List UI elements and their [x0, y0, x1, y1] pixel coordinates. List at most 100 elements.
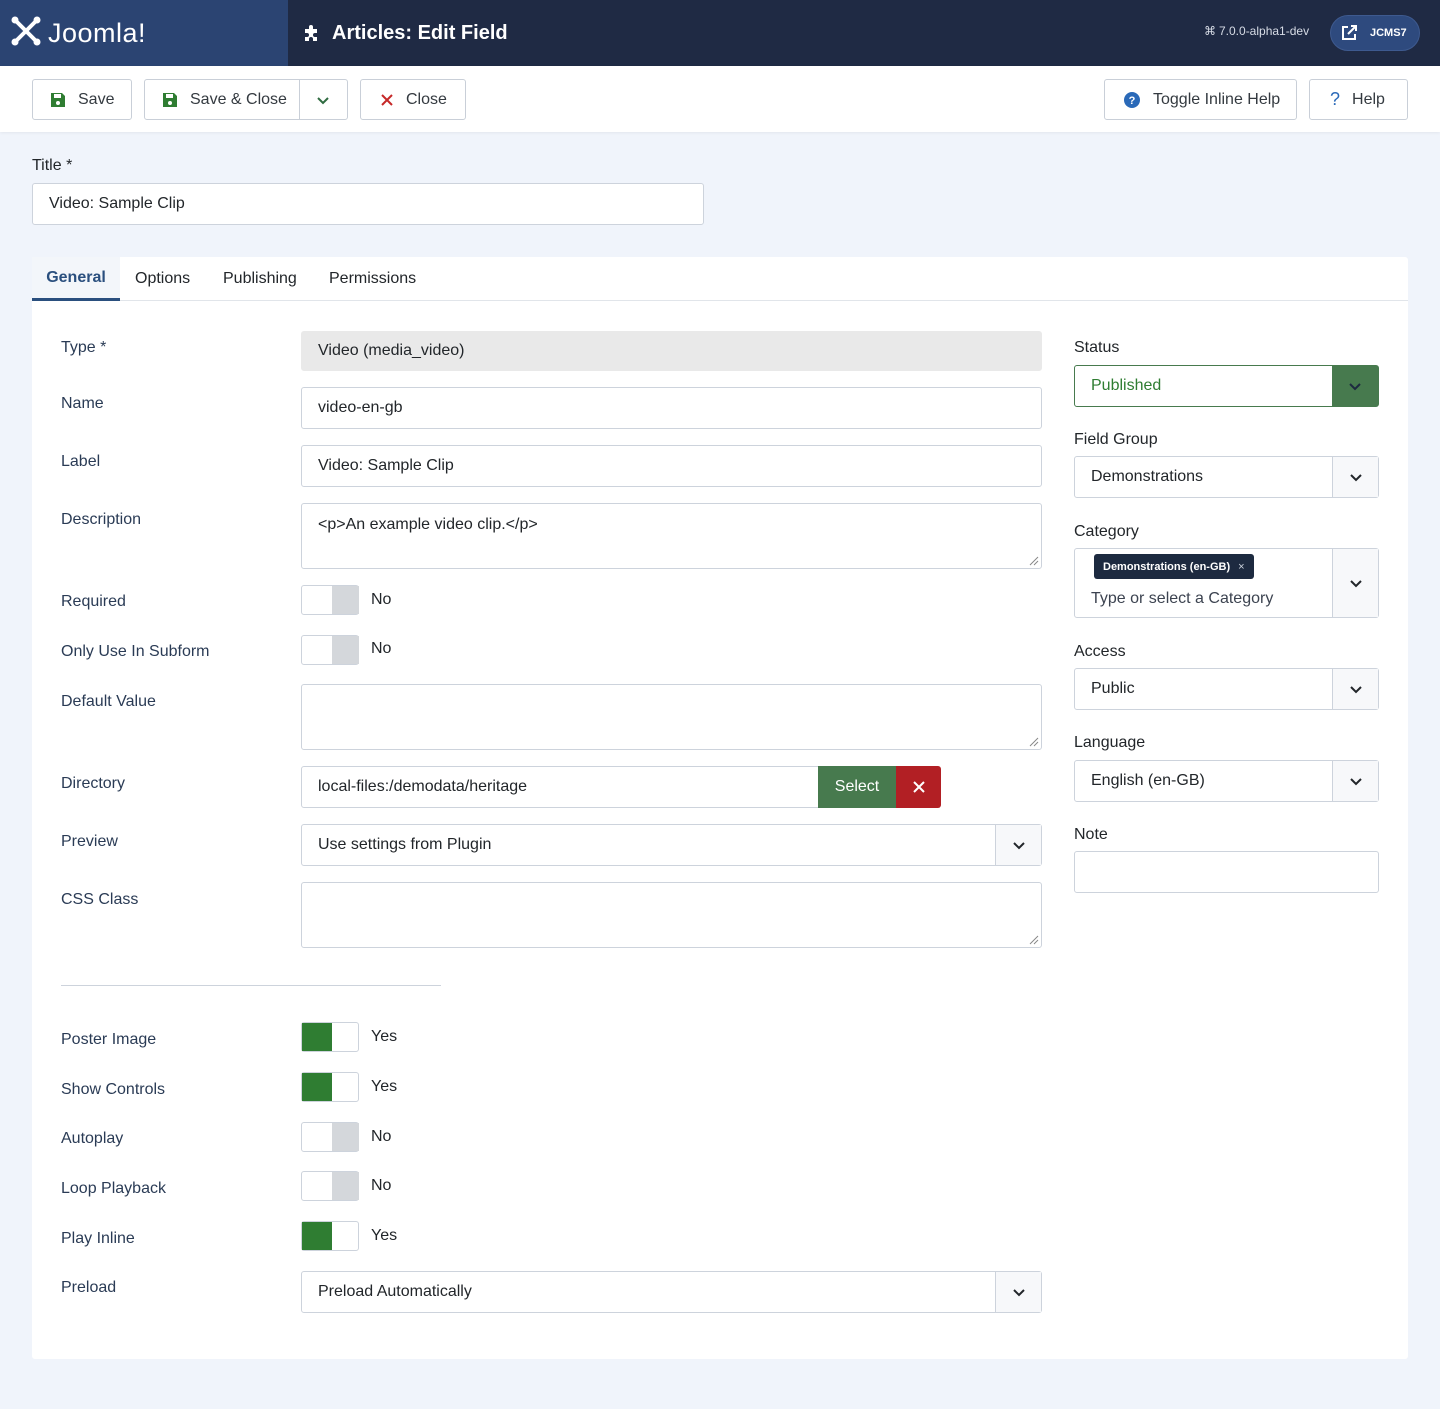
label-input[interactable]: Video: Sample Clip: [301, 445, 1042, 487]
tab-publishing[interactable]: Publishing: [223, 257, 297, 301]
field-group-select[interactable]: Demonstrations: [1074, 456, 1379, 498]
tab-options[interactable]: Options: [135, 257, 190, 301]
chevron-down-icon[interactable]: [315, 92, 331, 113]
language-label: Language: [1074, 734, 1146, 751]
status-label: Status: [1074, 339, 1120, 356]
tab-bar: General Options Publishing Permissions: [32, 257, 1408, 301]
preview-select[interactable]: Use settings from Plugin: [301, 824, 1042, 866]
category-chip-label: Demonstrations (en-GB): [1103, 560, 1231, 573]
title-label: Title *: [32, 157, 73, 174]
help-label: Help: [1352, 90, 1385, 108]
directory-input[interactable]: local-files:/demodata/heritage: [301, 766, 819, 808]
required-value: No: [371, 591, 392, 608]
poster-image-value: Yes: [371, 1028, 398, 1045]
only-subform-toggle[interactable]: [301, 635, 359, 665]
default-value-textarea[interactable]: [301, 684, 1042, 750]
preview-label: Preview: [61, 833, 118, 850]
status-select[interactable]: Published: [1074, 365, 1379, 407]
close-icon: [380, 93, 394, 107]
show-controls-value: Yes: [371, 1078, 398, 1095]
play-inline-toggle[interactable]: [301, 1221, 359, 1251]
loop-playback-value: No: [371, 1177, 392, 1194]
play-inline-value: Yes: [371, 1227, 398, 1244]
show-controls-toggle[interactable]: [301, 1072, 359, 1102]
description-label: Description: [61, 511, 142, 528]
field-group-value: Demonstrations: [1091, 468, 1204, 485]
language-select[interactable]: English (en-GB): [1074, 760, 1379, 802]
split-divider: [299, 80, 300, 119]
language-value: English (en-GB): [1091, 772, 1205, 789]
puzzle-icon: [302, 23, 322, 43]
chevron-down-icon: [995, 825, 1041, 865]
category-label: Category: [1074, 523, 1139, 540]
show-controls-label: Show Controls: [61, 1081, 166, 1098]
top-header: Joomla! Articles: Edit Field ⌘ 7.0.0-alp…: [0, 0, 1440, 66]
directory-label: Directory: [61, 775, 126, 792]
save-icon: [50, 92, 66, 108]
resize-handle-icon[interactable]: [1029, 935, 1039, 945]
chip-remove-icon[interactable]: ×: [1238, 561, 1244, 573]
save-icon: [162, 92, 178, 108]
poster-image-toggle[interactable]: [301, 1022, 359, 1052]
title-input[interactable]: Video: Sample Clip: [32, 183, 704, 225]
note-label: Note: [1074, 826, 1108, 843]
required-toggle[interactable]: [301, 585, 359, 615]
css-class-textarea[interactable]: [301, 882, 1042, 948]
external-link-icon: [1340, 24, 1358, 42]
directory-clear-button[interactable]: [896, 766, 941, 808]
tab-general[interactable]: General: [32, 257, 120, 301]
default-value-label: Default Value: [61, 693, 156, 710]
field-group-label: Field Group: [1074, 431, 1158, 448]
view-site-button[interactable]: JCMS7: [1330, 15, 1420, 51]
preload-label: Preload: [61, 1279, 117, 1296]
access-label: Access: [1074, 643, 1126, 660]
tab-permissions[interactable]: Permissions: [329, 257, 416, 301]
access-value: Public: [1091, 680, 1135, 697]
save-close-button[interactable]: Save & Close: [144, 79, 348, 120]
resize-handle-icon[interactable]: [1029, 737, 1039, 747]
autoplay-value: No: [371, 1128, 392, 1145]
help-button[interactable]: ? Help: [1309, 79, 1408, 120]
name-label: Name: [61, 395, 104, 412]
preload-select[interactable]: Preload Automatically: [301, 1271, 1042, 1313]
poster-image-label: Poster Image: [61, 1031, 157, 1048]
question-circle-icon: ?: [1123, 91, 1141, 109]
version-text: 7.0.0-alpha1-dev: [1219, 24, 1310, 38]
svg-text:?: ?: [1129, 95, 1136, 107]
directory-select-button[interactable]: Select: [818, 766, 896, 808]
section-divider: [61, 985, 441, 986]
only-subform-label: Only Use In Subform: [61, 643, 210, 660]
description-text: <p>An example video clip.</p>: [318, 516, 538, 533]
resize-handle-icon[interactable]: [1029, 556, 1039, 566]
page-title-text: Articles: Edit Field: [332, 21, 508, 44]
label-label: Label: [61, 453, 101, 470]
chevron-down-icon: [1332, 549, 1378, 617]
page-title: Articles: Edit Field: [302, 0, 508, 66]
toggle-inline-help-label: Toggle Inline Help: [1153, 90, 1281, 108]
loop-playback-toggle[interactable]: [301, 1171, 359, 1201]
chevron-down-icon: [1332, 457, 1378, 497]
question-icon: ?: [1330, 89, 1341, 109]
access-select[interactable]: Public: [1074, 668, 1379, 710]
only-subform-value: No: [371, 640, 392, 657]
save-button[interactable]: Save: [32, 79, 132, 120]
category-select[interactable]: Demonstrations (en-GB) × Type or select …: [1074, 548, 1379, 618]
logo[interactable]: Joomla!: [0, 0, 288, 66]
css-class-label: CSS Class: [61, 891, 139, 908]
autoplay-label: Autoplay: [61, 1130, 124, 1147]
name-input[interactable]: video-en-gb: [301, 387, 1042, 429]
description-textarea[interactable]: <p>An example video clip.</p>: [301, 503, 1042, 569]
chevron-down-icon: [1332, 669, 1378, 709]
chevron-down-icon: [1332, 761, 1378, 801]
autoplay-toggle[interactable]: [301, 1122, 359, 1152]
required-label: Required: [61, 593, 126, 610]
toggle-inline-help-button[interactable]: ? Toggle Inline Help: [1104, 79, 1297, 120]
type-input: Video (media_video): [301, 331, 1042, 371]
close-label: Close: [406, 90, 447, 108]
close-button[interactable]: Close: [360, 79, 466, 120]
version-info: ⌘ 7.0.0-alpha1-dev: [1204, 24, 1309, 38]
category-search-input[interactable]: Type or select a Category: [1091, 590, 1273, 608]
save-close-label: Save & Close: [190, 90, 287, 108]
play-inline-label: Play Inline: [61, 1230, 135, 1247]
note-input[interactable]: [1074, 851, 1379, 893]
